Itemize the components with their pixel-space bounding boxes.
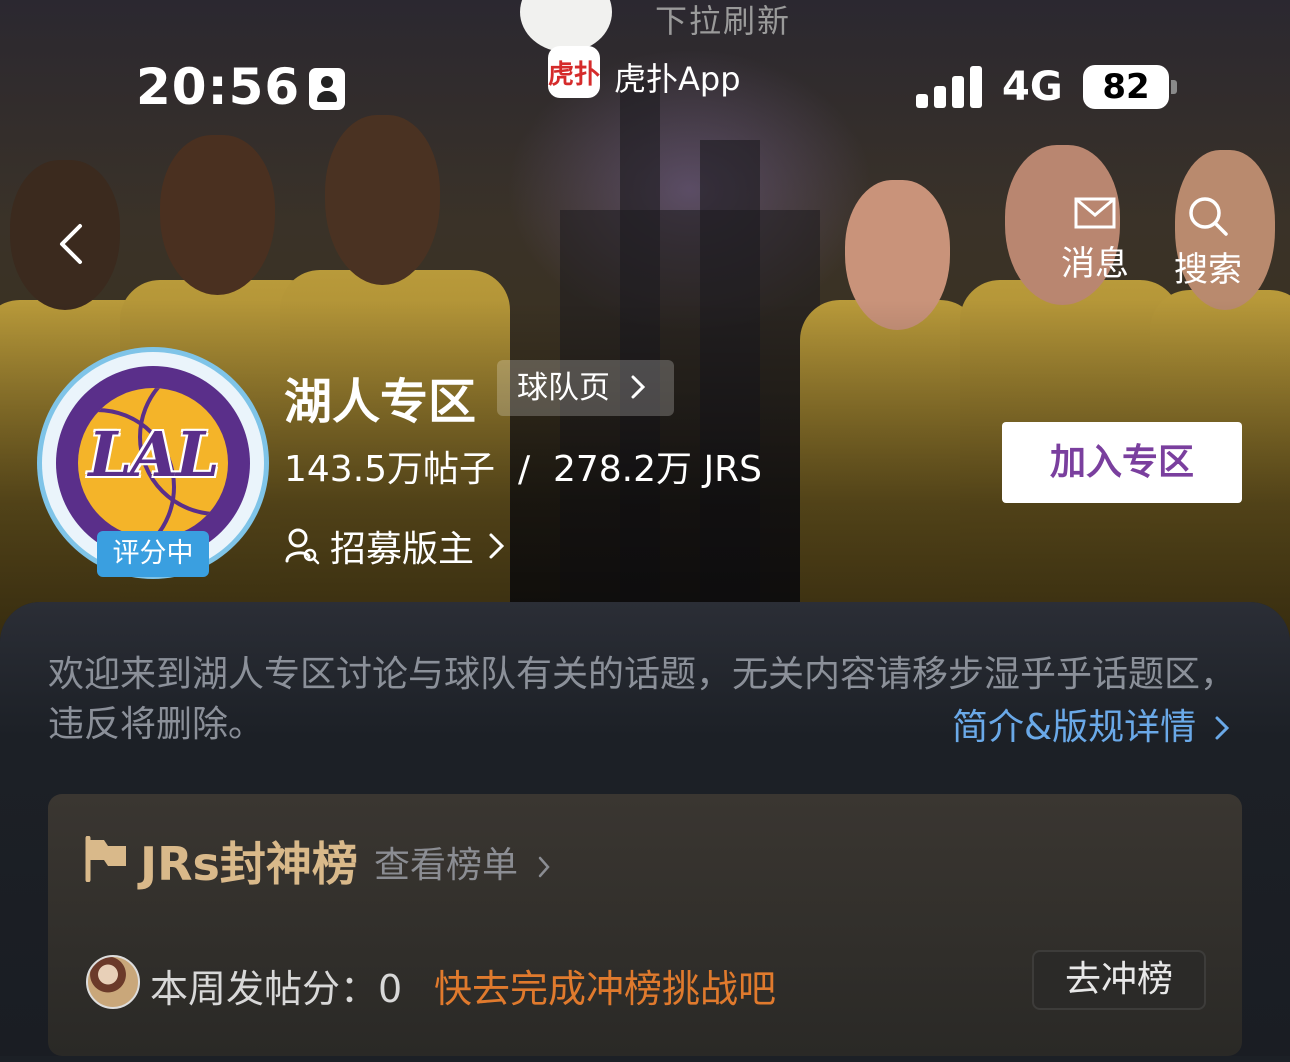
pull-refresh-text: 下拉刷新: [655, 2, 792, 40]
rules-detail-label: 简介&版规详情: [952, 707, 1197, 748]
recruit-moderator-link[interactable]: 招募版主: [284, 520, 506, 572]
player-head: [160, 135, 275, 295]
chevron-right-icon: [539, 856, 551, 878]
go-rank-button[interactable]: 去冲榜: [1032, 950, 1206, 1010]
search-label: 搜索: [1174, 250, 1242, 290]
team-page-label: 球队页: [517, 370, 610, 406]
focus-person-icon: [309, 68, 345, 110]
search-button[interactable]: 搜索: [1163, 196, 1253, 296]
view-list-link[interactable]: 查看榜单: [374, 836, 551, 888]
rating-badge: 评分中: [97, 531, 209, 577]
chevron-left-icon: [60, 224, 82, 264]
back-button[interactable]: [54, 220, 98, 268]
chevron-right-icon: [1215, 716, 1229, 740]
avatar[interactable]: [86, 955, 140, 1009]
hupu-app-icon[interactable]: 虎扑: [548, 46, 600, 98]
messages-label: 消息: [1061, 244, 1129, 284]
signal-icon: [916, 66, 982, 108]
zone-stats: 143.5万帖子 / 278.2万 JRS: [284, 449, 762, 490]
view-list-label: 查看榜单: [374, 845, 519, 886]
mail-icon: [1074, 197, 1116, 229]
week-score-label: 本周发帖分：: [150, 967, 379, 1011]
battery-icon: 82: [1083, 65, 1169, 109]
team-page-button[interactable]: 球队页: [497, 360, 674, 416]
back-to-app-label[interactable]: 虎扑App: [614, 54, 741, 100]
search-icon: [1189, 197, 1228, 236]
battery-tip: [1171, 80, 1177, 94]
zone-title: 湖人专区: [284, 374, 477, 430]
player-head: [325, 115, 440, 285]
logo-text: LAL: [88, 418, 219, 491]
chevron-right-icon: [489, 533, 505, 559]
week-score-value: 0: [378, 967, 403, 1011]
ranking-title: JRs封神榜: [140, 837, 358, 891]
rules-detail-link[interactable]: 简介&版规详情: [952, 698, 1230, 750]
flag-icon: [85, 836, 126, 882]
challenge-prompt: 快去完成冲榜挑战吧: [434, 967, 777, 1011]
week-score: 本周发帖分：0: [150, 958, 402, 1013]
person-search-icon: [285, 528, 320, 565]
join-zone-button[interactable]: 加入专区: [1002, 422, 1242, 503]
recruit-label: 招募版主: [330, 529, 475, 570]
status-time: 20:56: [136, 58, 301, 116]
network-type: 4G: [1002, 64, 1063, 110]
chevron-right-icon: [631, 375, 645, 399]
messages-button[interactable]: 消息: [1050, 196, 1140, 296]
